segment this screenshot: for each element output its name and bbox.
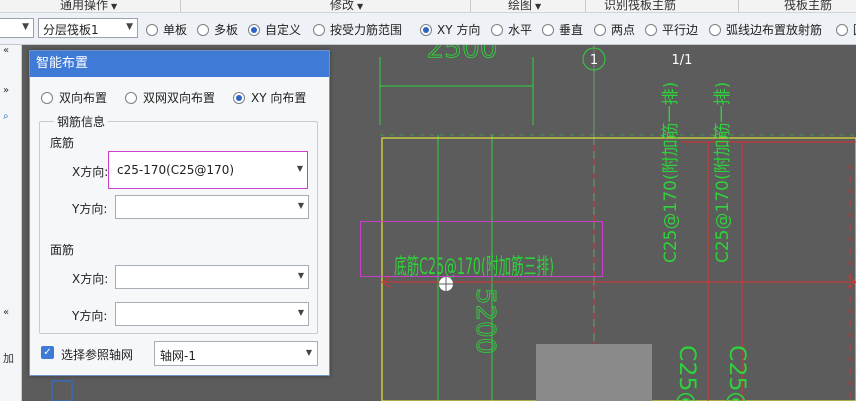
panel-label: 加 bbox=[3, 352, 14, 365]
left-panel-strip: « » ⌕ « 加 bbox=[0, 45, 22, 401]
ref-axis-label: 选择参照轴网 bbox=[61, 348, 134, 362]
chevron-down-icon: ▼ bbox=[305, 348, 312, 357]
dimension-side-text: 5200 bbox=[470, 288, 500, 354]
ribbon-tab-identify[interactable]: 识别筏板主筋 bbox=[604, 0, 676, 13]
side-rebar-label: C25@170(附加筋一排) bbox=[661, 82, 681, 263]
option-parallel-edge[interactable]: 平行边 bbox=[645, 21, 698, 38]
option-vertical[interactable]: 垂直 bbox=[542, 21, 583, 38]
ref-axis-checkbox[interactable]: ✓ bbox=[41, 346, 54, 359]
layer-select[interactable]: 分层筏板1 ▼ bbox=[38, 18, 138, 38]
option-xy-direction[interactable]: XY 方向 bbox=[420, 21, 480, 38]
group-title: 钢筋信息 bbox=[54, 113, 109, 130]
radio-icon bbox=[146, 23, 158, 36]
selection-box bbox=[51, 380, 73, 401]
smart-layout-dialog: 智能布置 双向布置 双网双向布置 XY 向布置 钢筋信息 底筋 X方向: c25… bbox=[29, 50, 330, 376]
dimension-top-text: 2500 bbox=[426, 45, 497, 64]
mode-double-net[interactable]: 双网双向布置 bbox=[125, 89, 215, 106]
option-single-slab[interactable]: 单板 bbox=[146, 21, 187, 38]
axis-number-text: 1 bbox=[590, 53, 598, 68]
bottom-rebar-heading: 底筋 bbox=[50, 136, 75, 150]
radio-icon bbox=[709, 23, 721, 36]
top-y-combo[interactable]: ▼ bbox=[115, 302, 309, 326]
ribbon-divider bbox=[585, 0, 586, 12]
option-arc-radial[interactable]: 弧线边布置放射筋 bbox=[709, 21, 822, 38]
collapse-icon[interactable]: « bbox=[3, 307, 9, 318]
ribbon-bar: 通用操作 ▼ 修改 ▼ 绘图 ▼ 识别筏板主筋 筏板主筋 bbox=[0, 0, 856, 13]
ribbon-tab-general[interactable]: 通用操作 ▼ bbox=[60, 0, 117, 13]
dialog-title: 智能布置 bbox=[30, 51, 329, 77]
chevron-down-icon: ▼ bbox=[296, 164, 303, 173]
axis-fraction-text: 1/1 bbox=[672, 53, 693, 68]
gray-block bbox=[536, 344, 652, 401]
chevron-down-icon: ▼ bbox=[297, 308, 304, 317]
radio-selected-icon bbox=[420, 23, 432, 36]
ribbon-divider bbox=[470, 0, 471, 12]
ref-axis-combo[interactable]: 轴网-1 ▼ bbox=[154, 341, 318, 366]
option-by-rebar-range[interactable]: 按受力筋范围 bbox=[313, 21, 402, 38]
radio-icon bbox=[197, 23, 209, 36]
option-custom[interactable]: 自定义 bbox=[248, 21, 301, 38]
ribbon-tab-draw[interactable]: 绘图 ▼ bbox=[508, 0, 541, 13]
bottom-y-label: Y方向: bbox=[72, 202, 108, 216]
collapse-icon[interactable]: « bbox=[3, 45, 9, 56]
option-multi-slab[interactable]: 多板 bbox=[197, 21, 238, 38]
floor-select[interactable]: ▼ bbox=[0, 18, 34, 38]
bottom-x-label: X方向: bbox=[72, 165, 109, 179]
top-x-label: X方向: bbox=[72, 272, 109, 286]
radio-icon bbox=[491, 23, 503, 36]
bottom-x-value: c25-170(C25@170) bbox=[117, 163, 235, 177]
highlight-rect bbox=[360, 221, 603, 277]
ribbon-tab-modify[interactable]: 修改 ▼ bbox=[330, 0, 363, 13]
radio-icon bbox=[313, 23, 325, 36]
chevron-down-icon: ▼ bbox=[126, 22, 133, 32]
ribbon-divider bbox=[180, 0, 181, 12]
ribbon-divider bbox=[738, 0, 739, 12]
ref-axis-value: 轴网-1 bbox=[160, 349, 196, 363]
top-y-label: Y方向: bbox=[72, 309, 108, 323]
chevron-down-icon: ▼ bbox=[111, 2, 118, 11]
radio-selected-icon bbox=[233, 91, 245, 104]
expand-icon[interactable]: » bbox=[3, 85, 9, 96]
radio-icon bbox=[594, 23, 606, 36]
radio-icon bbox=[645, 23, 657, 36]
option-two-points[interactable]: 两点 bbox=[594, 21, 635, 38]
radio-icon bbox=[542, 23, 554, 36]
ribbon-tab-raft-rebar[interactable]: 筏板主筋 bbox=[784, 0, 832, 13]
options-toolbar: ▼ 分层筏板1 ▼ 单板 多板 自定义 按受力筋范围 XY 方向 水平 垂直 两… bbox=[0, 13, 856, 45]
search-icon[interactable]: ⌕ bbox=[3, 111, 9, 122]
radio-icon bbox=[41, 91, 53, 104]
chevron-down-icon: ▼ bbox=[297, 271, 304, 280]
bottom-y-combo[interactable]: ▼ bbox=[115, 195, 309, 219]
mode-two-way[interactable]: 双向布置 bbox=[41, 89, 107, 106]
radio-icon bbox=[125, 91, 137, 104]
svg-text:C25@: C25@ bbox=[674, 345, 699, 401]
chevron-down-icon: ▼ bbox=[22, 22, 29, 32]
chevron-down-icon: ▼ bbox=[357, 2, 364, 11]
option-circle[interactable]: 圆 bbox=[836, 21, 856, 38]
chevron-down-icon: ▼ bbox=[297, 201, 304, 210]
top-x-combo[interactable]: ▼ bbox=[115, 265, 309, 289]
chevron-down-icon: ▼ bbox=[535, 2, 542, 11]
side-rebar-label: C25@170(附加筋一排) bbox=[713, 82, 733, 263]
radio-selected-icon bbox=[248, 23, 260, 36]
svg-text:C25@: C25@ bbox=[724, 345, 749, 401]
radio-icon bbox=[836, 23, 848, 36]
top-rebar-heading: 面筋 bbox=[50, 243, 75, 257]
option-horizontal[interactable]: 水平 bbox=[491, 21, 532, 38]
layer-select-value: 分层筏板1 bbox=[43, 23, 99, 37]
mode-xy-direction[interactable]: XY 向布置 bbox=[233, 89, 306, 106]
rebar-info-group: 钢筋信息 底筋 X方向: c25-170(C25@170) ▼ Y方向: ▼ 面… bbox=[39, 113, 318, 334]
bottom-x-combo[interactable]: c25-170(C25@170) ▼ bbox=[108, 151, 308, 189]
